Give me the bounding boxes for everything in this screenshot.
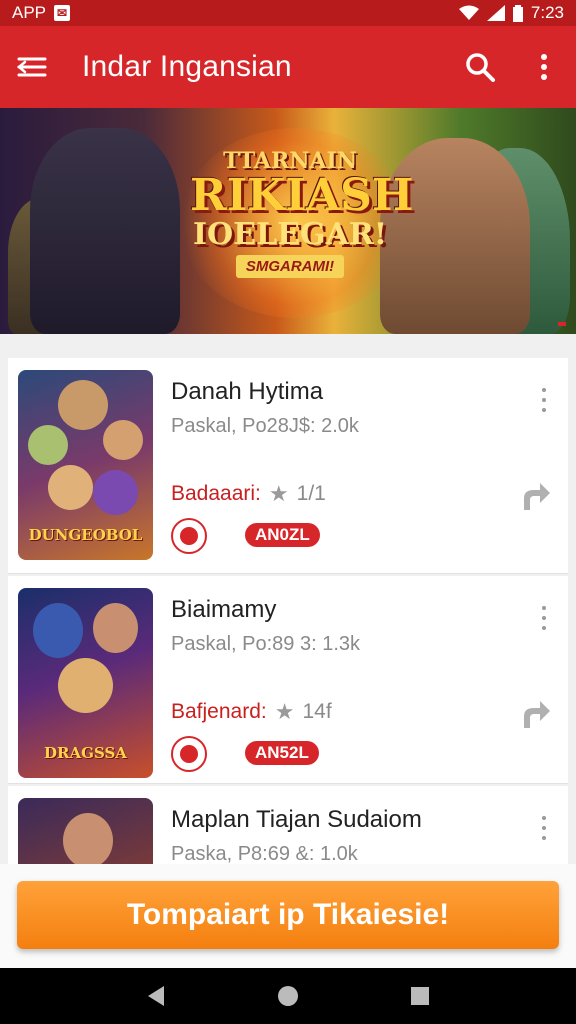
game-meta: Paska, P8:69 &: 1.0k xyxy=(171,843,358,864)
rating-value: 14f xyxy=(302,700,332,723)
notification-icon: ✉ xyxy=(54,5,71,21)
featured-banner[interactable]: TTARNAIN RIKIASH IOELEGAR! SMGARAMI! xyxy=(0,108,576,334)
game-rating: Bafjenard: ★ 14f xyxy=(171,699,332,725)
game-badge-icon xyxy=(171,518,207,554)
game-tag: AN0ZL xyxy=(245,523,320,547)
game-name: Biaimamy xyxy=(171,596,277,623)
star-icon: ★ xyxy=(268,481,289,506)
wifi-icon xyxy=(458,5,479,20)
list-item[interactable]: DUNGEOBOL Danah Hytima Paskal, Po28J$: 2… xyxy=(8,358,568,574)
game-rating: Badaaari: ★ 1/1 xyxy=(171,481,326,507)
home-icon xyxy=(278,986,298,1006)
banner-character xyxy=(380,138,530,334)
thumbnail-title: DRAGSSA xyxy=(44,744,127,762)
recents-button[interactable] xyxy=(400,976,440,1016)
game-badge-icon xyxy=(171,736,207,772)
back-button[interactable] xyxy=(136,976,176,1016)
battery-icon xyxy=(512,4,523,22)
menu-icon xyxy=(17,57,47,77)
list-item[interactable]: Maplan Tiajan Sudaiom Paska, P8:69 &: 1.… xyxy=(8,786,568,864)
search-button[interactable] xyxy=(448,26,512,108)
star-icon: ★ xyxy=(274,699,295,724)
game-name: Maplan Tiajan Sudaiom xyxy=(171,806,422,833)
more-vert-icon xyxy=(541,54,547,80)
search-icon xyxy=(466,53,495,82)
share-icon[interactable] xyxy=(520,480,552,512)
home-button[interactable] xyxy=(268,976,308,1016)
banner-watermark xyxy=(558,322,566,326)
cta-area: Tompaiart ip Tikaiesie! xyxy=(0,864,576,968)
app-title: Indar Ingansian xyxy=(82,50,292,83)
banner-subtitle: SMGARAMI! xyxy=(235,255,345,278)
game-name: Danah Hytima xyxy=(171,378,324,405)
list-item[interactable]: DRAGSSA Biaimamy Paskal, Po:89 3: 1.3k B… xyxy=(8,576,568,784)
thumbnail-title: DUNGEOBOL xyxy=(28,526,143,544)
more-vert-icon[interactable] xyxy=(538,606,550,630)
game-list: DUNGEOBOL Danah Hytima Paskal, Po28J$: 2… xyxy=(8,358,568,864)
more-vert-icon[interactable] xyxy=(538,816,550,840)
status-app-label: APP xyxy=(12,3,47,22)
share-icon[interactable] xyxy=(520,698,552,730)
recents-icon xyxy=(411,987,429,1005)
more-vert-icon[interactable] xyxy=(538,388,550,412)
banner-logo: TTARNAIN RIKIASH IOELEGAR! SMGARAMI! xyxy=(190,148,414,278)
game-thumbnail: DRAGSSA xyxy=(18,588,153,778)
banner-title-line: RIKIASH xyxy=(190,170,414,221)
game-thumbnail xyxy=(18,798,153,864)
overflow-menu-button[interactable] xyxy=(512,26,576,108)
banner-title-line: IOELEGAR! xyxy=(193,217,387,252)
rating-value: 1/1 xyxy=(296,482,326,505)
signal-icon xyxy=(486,5,505,21)
status-time: 7:23 xyxy=(530,3,564,22)
system-nav-bar xyxy=(0,968,576,1024)
rating-label: Badaaari: xyxy=(171,482,261,505)
game-tag: AN52L xyxy=(245,741,319,765)
back-icon xyxy=(148,986,164,1006)
status-bar: APP ✉ 7:23 xyxy=(0,0,576,26)
cta-button[interactable]: Tompaiart ip Tikaiesie! xyxy=(17,881,559,949)
menu-button[interactable] xyxy=(0,26,64,108)
banner-character xyxy=(30,128,180,334)
game-meta: Paskal, Po:89 3: 1.3k xyxy=(171,633,361,655)
game-meta: Paskal, Po28J$: 2.0k xyxy=(171,415,359,437)
rating-label: Bafjenard: xyxy=(171,700,267,723)
game-thumbnail: DUNGEOBOL xyxy=(18,370,153,560)
app-bar: Indar Ingansian xyxy=(0,26,576,108)
